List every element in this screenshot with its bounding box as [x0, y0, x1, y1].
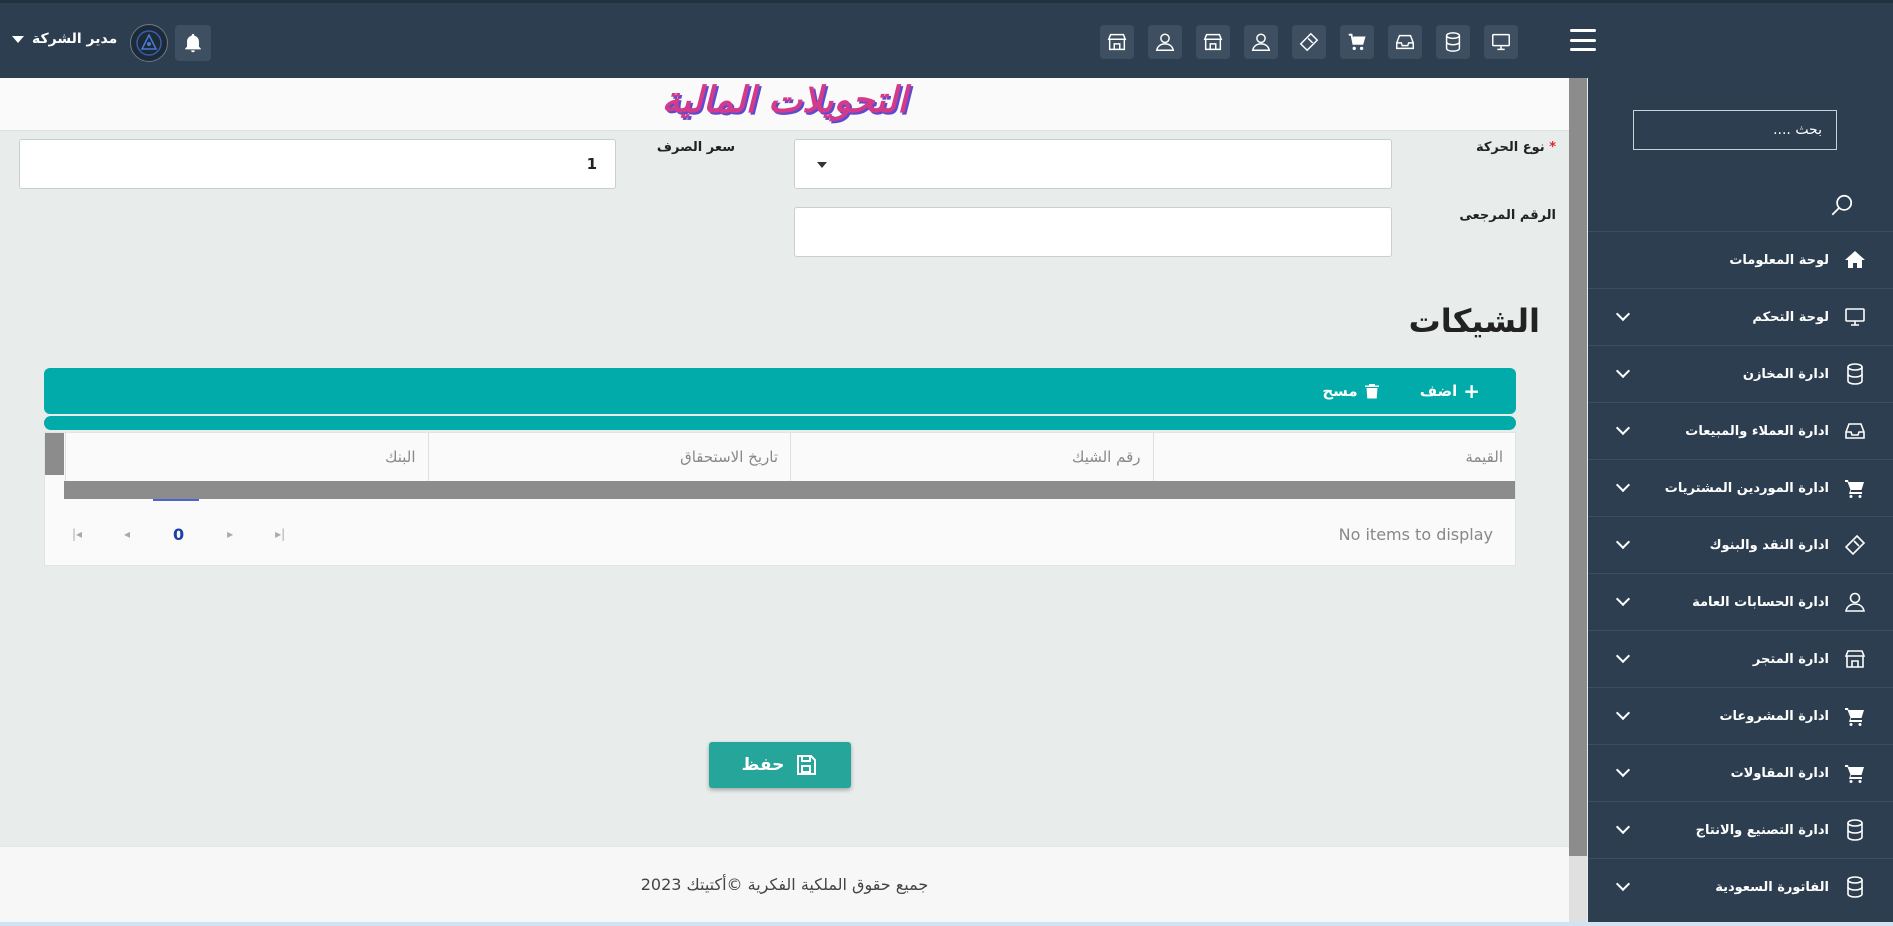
grid-header: القيمة رقم الشيك تاريخ الاستحقاق البنك — [65, 433, 1515, 481]
sidebar-nav: لوحة المعلومات لوحة التحكم ادارة المخازن… — [1588, 231, 1893, 915]
sidebar-item-label: ادارة المخازن — [1742, 366, 1829, 382]
cart-icon — [1841, 474, 1869, 502]
sidebar-item-label: الفاتورة السعودية — [1715, 879, 1829, 895]
trash-icon — [1364, 384, 1379, 399]
exchange-rate-input[interactable] — [20, 140, 615, 188]
dropdown-arrow-icon — [817, 162, 827, 168]
empty-grid-message: No items to display — [1338, 524, 1493, 544]
ticket-icon[interactable] — [1292, 25, 1326, 59]
bell-icon[interactable] — [175, 25, 211, 61]
grid-scroll-corner — [45, 433, 64, 475]
required-mark: * — [1549, 140, 1556, 155]
plus-icon: + — [1463, 379, 1480, 403]
sidebar-item-contracting[interactable]: ادارة المقاولات — [1588, 744, 1893, 801]
database-icon[interactable] — [1436, 25, 1470, 59]
column-header-value[interactable]: القيمة — [1152, 433, 1516, 481]
next-page-icon[interactable]: ▸ — [220, 524, 240, 544]
grid-horizontal-scrollbar[interactable] — [64, 481, 1515, 499]
sidebar-item-manufacturing[interactable]: ادارة التصنيع والانتاج — [1588, 801, 1893, 858]
store-icon — [1841, 645, 1869, 673]
save-button[interactable]: حفظ — [709, 742, 851, 788]
database-icon — [1841, 360, 1869, 388]
inbox-icon[interactable] — [1388, 25, 1422, 59]
sidebar-item-projects[interactable]: ادارة المشروعات — [1588, 687, 1893, 744]
sidebar-item-label: لوحة التحكم — [1752, 309, 1829, 325]
sidebar-item-label: ادارة الحسابات العامة — [1692, 594, 1829, 610]
sidebar-item-label: ادارة المقاولات — [1730, 765, 1829, 781]
grid-toolbar-strip — [44, 416, 1516, 430]
quick-access-toolbar — [1100, 25, 1518, 59]
movement-type-value[interactable] — [795, 140, 1391, 188]
monitor-icon[interactable] — [1484, 25, 1518, 59]
sidebar-item-label: لوحة المعلومات — [1729, 252, 1829, 268]
last-page-icon[interactable]: ▸| — [270, 524, 290, 544]
title-band: التحويلات المالية — [0, 78, 1569, 131]
database-icon — [1841, 873, 1869, 901]
inbox-icon — [1841, 417, 1869, 445]
user-icon[interactable] — [1244, 25, 1278, 59]
reference-number-input[interactable] — [795, 208, 1391, 256]
reference-number-label: الرقم المرجعى — [1459, 208, 1556, 223]
sidebar-item-cash-banks[interactable]: ادارة النقد والبنوك — [1588, 516, 1893, 573]
top-navbar: مدير الشركة — [0, 0, 1893, 78]
sidebar-item-label: ادارة التصنيع والانتاج — [1695, 822, 1829, 838]
first-page-icon[interactable]: |◂ — [67, 524, 87, 544]
page-title: التحويلات المالية — [661, 80, 908, 121]
sidebar-item-customers-sales[interactable]: ادارة العملاء والمبيعات — [1588, 402, 1893, 459]
prev-page-icon[interactable]: ◂ — [117, 524, 137, 544]
sidebar-item-label: ادارة المشروعات — [1719, 708, 1829, 724]
grid-pager: |◂ ◂ 0 ▸ ▸| No items to display — [45, 501, 1515, 567]
exchange-rate-label: سعر الصرف — [656, 140, 735, 155]
current-page-number[interactable]: 0 — [173, 525, 184, 544]
checks-section-title: الشيكات — [1408, 302, 1540, 340]
database-icon — [1841, 816, 1869, 844]
home-icon — [1841, 246, 1869, 274]
sidebar-item-control-panel[interactable]: لوحة التحكم — [1588, 288, 1893, 345]
sidebar-search-input[interactable] — [1633, 110, 1837, 150]
hamburger-menu-icon[interactable] — [1570, 29, 1596, 51]
sidebar-item-label: ادارة النقد والبنوك — [1709, 537, 1829, 553]
checks-grid: القيمة رقم الشيك تاريخ الاستحقاق البنك |… — [44, 432, 1516, 566]
monitor-icon — [1841, 303, 1869, 331]
sidebar: لوحة المعلومات لوحة التحكم ادارة المخازن… — [1588, 78, 1893, 926]
bottom-edge-line — [0, 922, 1893, 926]
sidebar-item-store[interactable]: ادارة المتجر — [1588, 630, 1893, 687]
company-logo-avatar[interactable] — [130, 24, 168, 62]
cart-icon — [1841, 702, 1869, 730]
cart-icon — [1841, 759, 1869, 787]
footer: جميع حقوق الملكية الفكرية ©أكتيتك 2023 — [0, 846, 1569, 924]
chevron-down-icon — [12, 35, 24, 43]
user-menu[interactable]: مدير الشركة — [12, 31, 117, 47]
store-icon[interactable] — [1196, 25, 1230, 59]
search-icon[interactable] — [1829, 192, 1855, 218]
column-header-bank[interactable]: البنك — [65, 433, 428, 481]
sidebar-item-label: ادارة الموردين المشتريات — [1664, 480, 1829, 496]
movement-type-label: * نوع الحركة — [1475, 140, 1556, 155]
sidebar-item-general-accounts[interactable]: ادارة الحسابات العامة — [1588, 573, 1893, 630]
checks-grid-toolbar: + اضف مسح — [44, 368, 1516, 414]
sidebar-item-suppliers-purchases[interactable]: ادارة الموردين المشتريات — [1588, 459, 1893, 516]
sidebar-item-dashboard[interactable]: لوحة المعلومات — [1588, 231, 1893, 288]
store-icon[interactable] — [1100, 25, 1134, 59]
floppy-disk-icon — [797, 755, 817, 775]
sidebar-item-warehouses[interactable]: ادارة المخازن — [1588, 345, 1893, 402]
sidebar-item-label: ادارة المتجر — [1752, 651, 1829, 667]
delete-check-button[interactable]: مسح — [1322, 382, 1379, 400]
reference-number-field[interactable] — [794, 207, 1392, 257]
column-header-due-date[interactable]: تاريخ الاستحقاق — [427, 433, 791, 481]
column-header-check-number[interactable]: رقم الشيك — [790, 433, 1153, 481]
main-vertical-scrollbar[interactable] — [1569, 78, 1587, 856]
user-name: مدير الشركة — [32, 31, 118, 47]
exchange-rate-field[interactable] — [19, 139, 616, 189]
add-check-button[interactable]: + اضف — [1420, 381, 1480, 401]
scrollbar-track — [1569, 856, 1587, 926]
cart-icon[interactable] — [1340, 25, 1374, 59]
user-icon[interactable] — [1148, 25, 1182, 59]
copyright-text: جميع حقوق الملكية الفكرية ©أكتيتك 2023 — [640, 875, 929, 894]
movement-type-select[interactable] — [794, 139, 1392, 189]
ticket-icon — [1841, 531, 1869, 559]
sidebar-item-saudi-invoice[interactable]: الفاتورة السعودية — [1588, 858, 1893, 915]
sidebar-item-label: ادارة العملاء والمبيعات — [1685, 423, 1829, 439]
user-icon — [1841, 588, 1869, 616]
